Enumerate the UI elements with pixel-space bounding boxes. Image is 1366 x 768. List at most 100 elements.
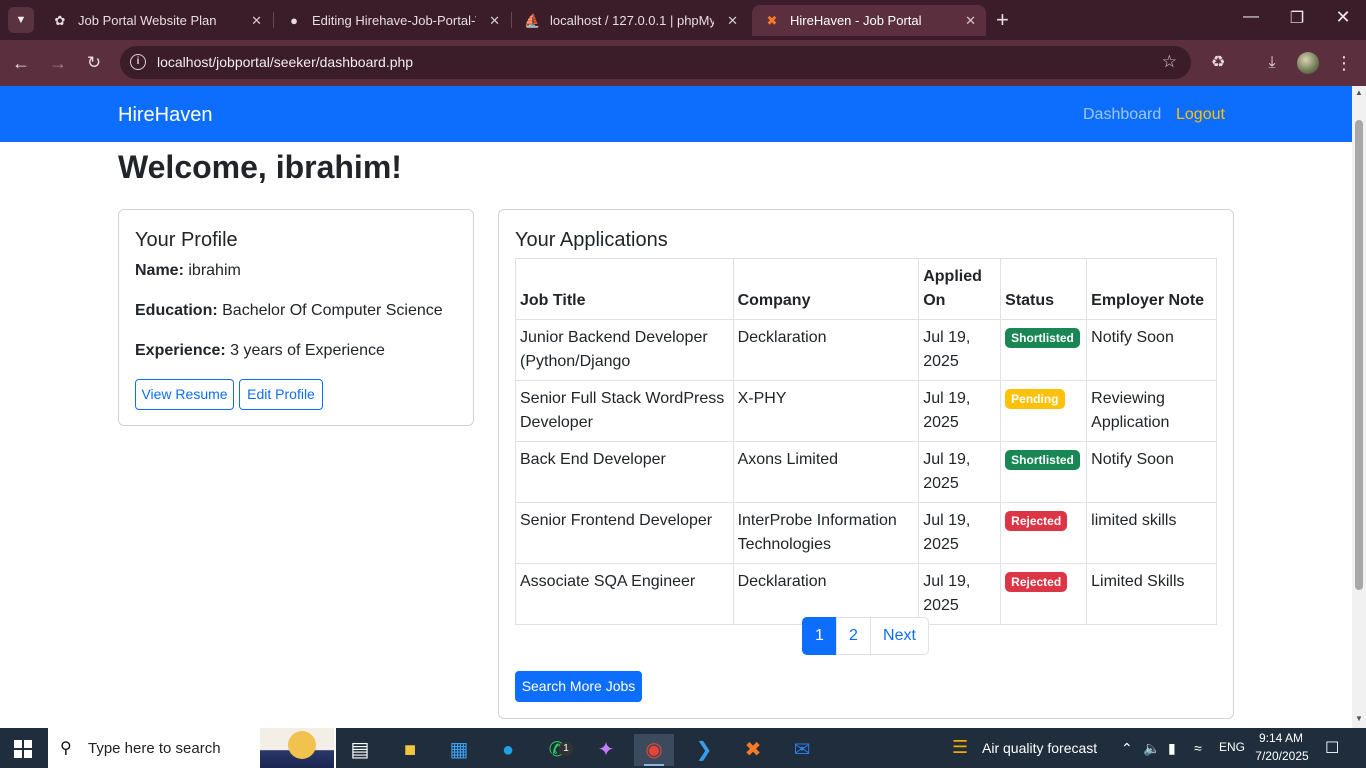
weather-text[interactable]: Air quality forecast — [982, 740, 1097, 756]
search-highlight-image — [260, 728, 334, 768]
restore-icon[interactable]: ❐ — [1282, 8, 1312, 28]
volume-icon[interactable]: 🔈 — [1143, 740, 1160, 757]
page-2-button[interactable]: 2 — [836, 617, 871, 655]
column-header-company: Company — [732, 258, 920, 320]
tab-github-editing[interactable]: ● Editing Hirehave-Job-Portal-We ✕ — [274, 5, 510, 36]
status-badge: Rejected — [1005, 572, 1068, 592]
cell-company: InterProbe Information Technologies — [732, 502, 920, 564]
status-badge: Rejected — [1005, 511, 1068, 531]
new-tab-button[interactable]: + — [996, 8, 1009, 32]
minimize-icon[interactable]: — — [1236, 8, 1266, 26]
page-1-button[interactable]: 1 — [802, 617, 837, 655]
extensions-icon[interactable]: ♻ — [1205, 50, 1231, 76]
tab-hirehaven[interactable]: ✖ HireHaven - Job Portal ✕ — [752, 5, 986, 36]
edit-profile-button[interactable]: Edit Profile — [239, 379, 323, 410]
cell-job-title: Associate SQA Engineer — [515, 563, 734, 625]
cell-applied-on: Jul 19, 2025 — [918, 380, 1002, 442]
page-scrollbar[interactable]: ▲ ▼ — [1352, 86, 1366, 728]
notifications-icon[interactable]: ☐ — [1325, 738, 1339, 758]
file-explorer-icon[interactable]: ■ — [390, 734, 430, 766]
scroll-thumb[interactable] — [1355, 120, 1363, 590]
profile-education-row: Education: Bachelor Of Computer Science — [135, 302, 443, 320]
clock-date[interactable]: 7/20/2025 — [1254, 749, 1310, 763]
column-header-applied-on: Applied On — [918, 258, 1002, 320]
table-row: Senior Full Stack WordPress Developer X-… — [515, 380, 1217, 442]
cell-employer-note: limited skills — [1086, 502, 1217, 564]
page-title: Welcome, ibrahim! — [118, 149, 402, 185]
address-bar[interactable]: i localhost/jobportal/seeker/dashboard.p… — [120, 46, 1191, 79]
column-header-status: Status — [1000, 258, 1088, 320]
profile-name-label: Name: — [135, 262, 184, 279]
close-tab-icon[interactable]: ✕ — [251, 5, 262, 36]
scroll-down-icon[interactable]: ▼ — [1355, 714, 1363, 723]
status-badge: Shortlisted — [1005, 328, 1080, 348]
site-info-icon[interactable]: i — [130, 54, 146, 70]
column-header-job-title: Job Title — [515, 258, 734, 320]
whatsapp-icon[interactable]: ✆ 1 — [537, 734, 577, 766]
cell-status: Shortlisted — [1000, 441, 1088, 503]
cell-applied-on: Jul 19, 2025 — [918, 441, 1002, 503]
nav-logout-link[interactable]: Logout — [1176, 106, 1225, 124]
profile-name-row: Name: ibrahim — [135, 262, 241, 280]
close-tab-icon[interactable]: ✕ — [727, 5, 738, 36]
table-row: Associate SQA Engineer Decklaration Jul … — [515, 563, 1217, 625]
profile-card: Your Profile Name: ibrahim Education: Ba… — [118, 209, 474, 426]
table-header-row: Job Title Company Applied On Status Emplo… — [515, 258, 1217, 320]
tab-job-portal-plan[interactable]: ✿ Job Portal Website Plan ✕ — [40, 5, 272, 36]
profile-name-value: ibrahim — [188, 262, 241, 279]
reload-icon[interactable]: ↻ — [81, 50, 107, 76]
outlook-icon[interactable]: ✉ — [782, 734, 822, 766]
windows-taskbar: ⚲ Type here to search ▤ ■ ▦ ● ✆ 1 ✦ ◉ ❯ ✖… — [0, 728, 1366, 768]
cell-job-title: Senior Frontend Developer — [515, 502, 734, 564]
next-page-button[interactable]: Next — [870, 617, 929, 655]
view-resume-button[interactable]: View Resume — [135, 379, 234, 410]
cell-status: Shortlisted — [1000, 319, 1088, 381]
applications-card: Your Applications Job Title Company Appl… — [498, 209, 1234, 719]
close-window-icon[interactable]: ✕ — [1328, 7, 1358, 28]
edge-icon[interactable]: ● — [488, 734, 528, 766]
forward-icon[interactable]: → — [45, 50, 71, 76]
vscode-icon[interactable]: ❯ — [684, 734, 724, 766]
tab-search-button[interactable]: ▼ — [8, 7, 34, 33]
download-icon[interactable]: ⤓ — [1259, 50, 1285, 76]
whatsapp-notification-badge: 1 — [559, 742, 573, 756]
cell-status: Rejected — [1000, 563, 1088, 625]
clock-time[interactable]: 9:14 AM — [1256, 731, 1306, 745]
xampp-icon[interactable]: ✖ — [733, 734, 773, 766]
applications-card-title: Your Applications — [515, 229, 668, 251]
brand-logo[interactable]: HireHaven — [118, 104, 212, 127]
microsoft-store-icon[interactable]: ▦ — [439, 734, 479, 766]
weather-icon[interactable]: ☰ — [952, 737, 968, 758]
tab-phpmyadmin[interactable]: ⛵ localhost / 127.0.0.1 | phpMyAd ✕ — [512, 5, 748, 36]
windows-start-icon[interactable] — [14, 740, 32, 758]
taskbar-search-placeholder[interactable]: Type here to search — [88, 740, 221, 757]
taskbar-search-box[interactable]: ⚲ Type here to search — [48, 728, 336, 768]
nav-dashboard-link[interactable]: Dashboard — [1083, 106, 1161, 124]
search-more-jobs-button[interactable]: Search More Jobs — [515, 671, 642, 702]
phpmyadmin-icon: ⛵ — [524, 13, 541, 28]
copilot-icon[interactable]: ✦ — [586, 734, 626, 766]
menu-kebab-icon[interactable]: ⋮ — [1331, 50, 1357, 76]
profile-experience-row: Experience: 3 years of Experience — [135, 342, 385, 360]
language-indicator[interactable]: ENG — [1219, 740, 1245, 754]
cell-applied-on: Jul 19, 2025 — [918, 502, 1002, 564]
cell-employer-note: Notify Soon — [1086, 319, 1217, 381]
url-text[interactable]: localhost/jobportal/seeker/dashboard.php — [157, 54, 413, 70]
battery-icon[interactable]: ▮ — [1168, 740, 1176, 757]
profile-avatar[interactable] — [1297, 52, 1319, 74]
browser-tab-bar: ▼ ✿ Job Portal Website Plan ✕ ● Editing … — [0, 0, 1366, 40]
column-header-employer-note: Employer Note — [1086, 258, 1217, 320]
bookmark-star-icon[interactable]: ☆ — [1162, 52, 1177, 72]
wifi-icon[interactable]: ≈ — [1194, 740, 1202, 756]
cell-company: X-PHY — [732, 380, 920, 442]
close-tab-icon[interactable]: ✕ — [965, 5, 976, 36]
chrome-icon[interactable]: ◉ — [634, 734, 674, 766]
tray-chevron-icon[interactable]: ⌃ — [1121, 740, 1133, 757]
cell-applied-on: Jul 19, 2025 — [918, 319, 1002, 381]
scroll-up-icon[interactable]: ▲ — [1355, 88, 1363, 97]
profile-experience-value: 3 years of Experience — [230, 342, 385, 359]
task-view-icon[interactable]: ▤ — [340, 734, 380, 766]
close-tab-icon[interactable]: ✕ — [489, 5, 500, 36]
table-row: Back End Developer Axons Limited Jul 19,… — [515, 441, 1217, 503]
back-icon[interactable]: ← — [8, 50, 34, 76]
